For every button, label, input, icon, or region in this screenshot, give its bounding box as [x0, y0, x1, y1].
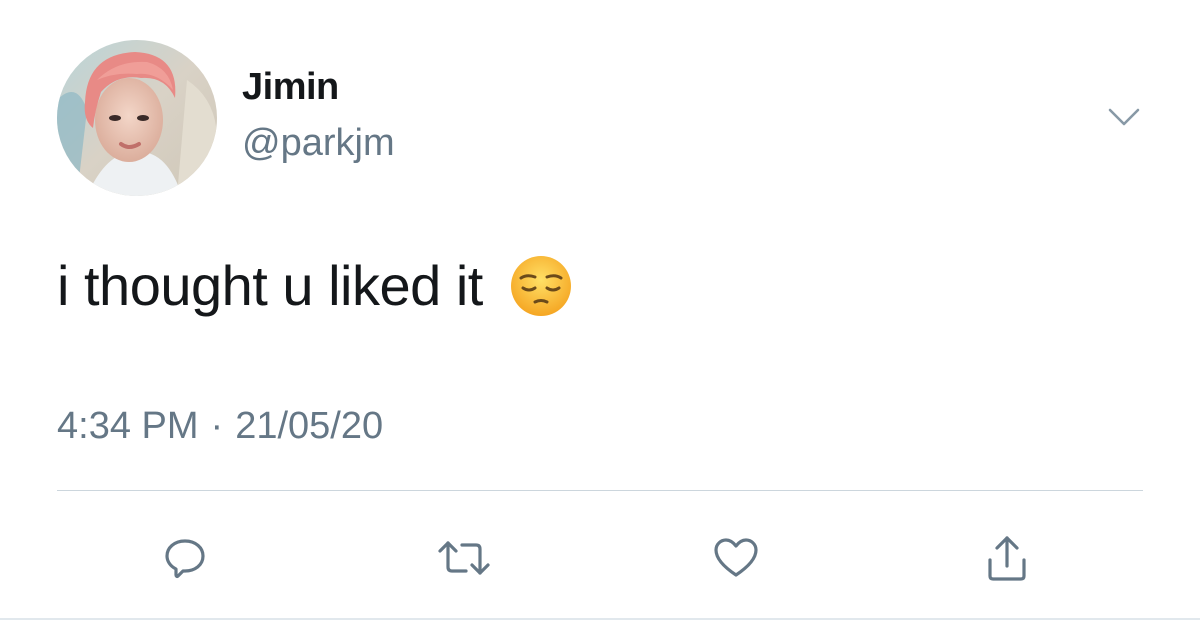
retweet-icon	[438, 541, 490, 575]
meta-separator: ·	[210, 405, 224, 447]
tweet-card: Jimin @parkjm i thought u liked it 4:34 …	[0, 0, 1200, 620]
like-button[interactable]	[706, 528, 766, 588]
reply-button[interactable]	[155, 528, 215, 588]
heart-icon	[714, 538, 758, 577]
share-button[interactable]	[977, 528, 1037, 588]
tweet-text: i thought u liked it	[57, 252, 573, 318]
chevron-down-icon[interactable]	[1104, 102, 1144, 132]
retweet-button[interactable]	[434, 528, 494, 588]
tweet-timestamp[interactable]: 4:34 PM · 21/05/20	[57, 405, 383, 448]
divider	[57, 490, 1143, 491]
share-icon	[988, 536, 1026, 581]
author-name[interactable]: Jimin	[242, 66, 339, 109]
tweet-date: 21/05/20	[235, 405, 384, 447]
pensive-face-emoji	[509, 254, 573, 318]
tweet-time: 4:34 PM	[57, 405, 199, 447]
author-handle[interactable]: @parkjm	[242, 122, 395, 165]
speech-bubble-icon	[165, 539, 205, 579]
avatar[interactable]	[57, 40, 217, 196]
tweet-text-content: i thought u liked it	[57, 253, 483, 317]
